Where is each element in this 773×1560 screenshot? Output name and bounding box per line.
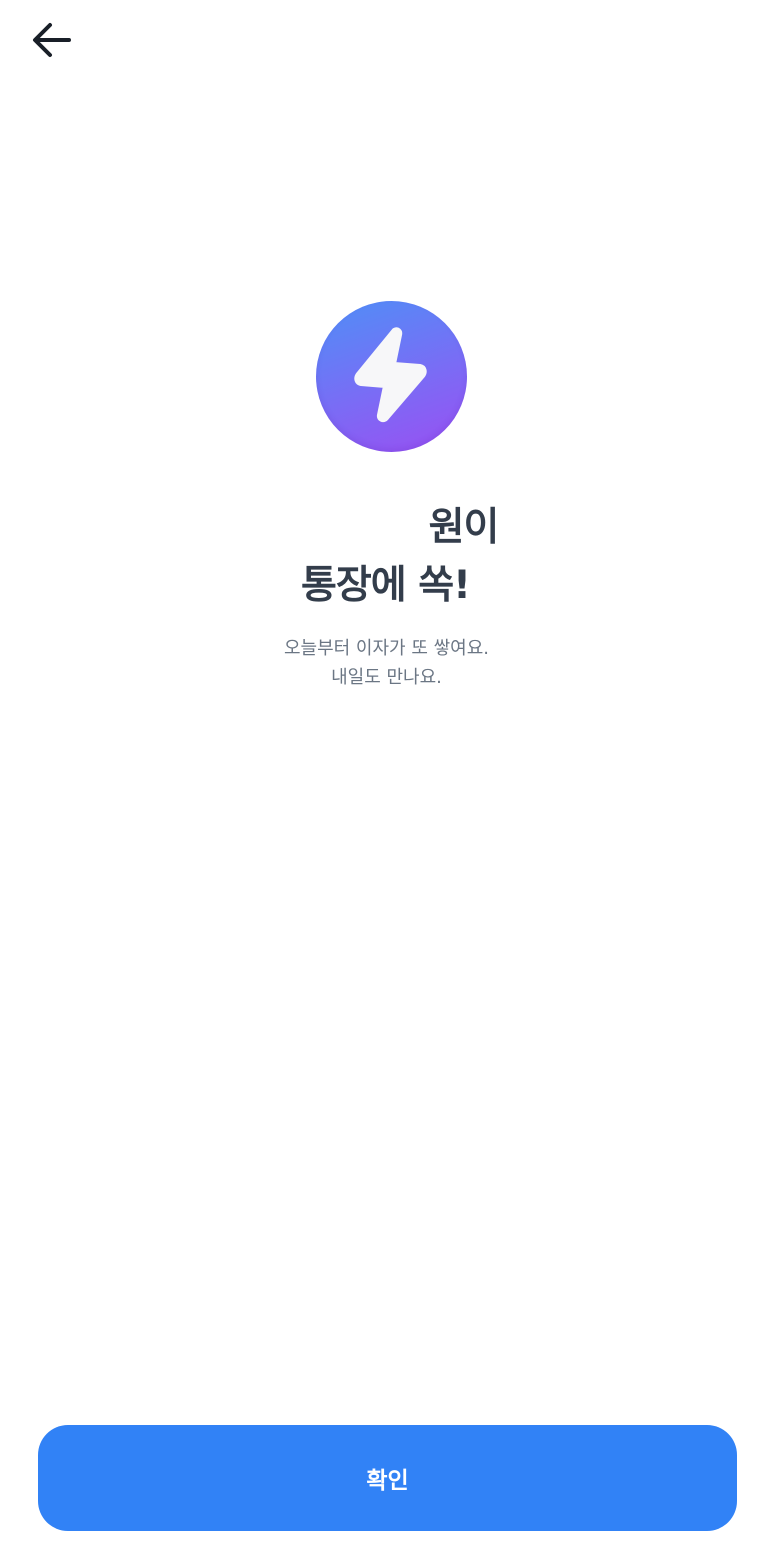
headline-account-line: 통장에 쏙!: [301, 563, 471, 608]
headline-amount-line: 원이: [428, 505, 500, 550]
lightning-badge: [316, 301, 467, 452]
arrow-left-icon: [32, 22, 72, 62]
lightning-bolt-icon: [353, 326, 430, 428]
description-line-1: 오늘부터 이자가 또 쌓여요.: [283, 638, 490, 659]
back-button[interactable]: [26, 18, 78, 66]
confirm-button[interactable]: 확인: [38, 1425, 737, 1531]
description-line-2: 내일도 만나요.: [331, 667, 442, 688]
